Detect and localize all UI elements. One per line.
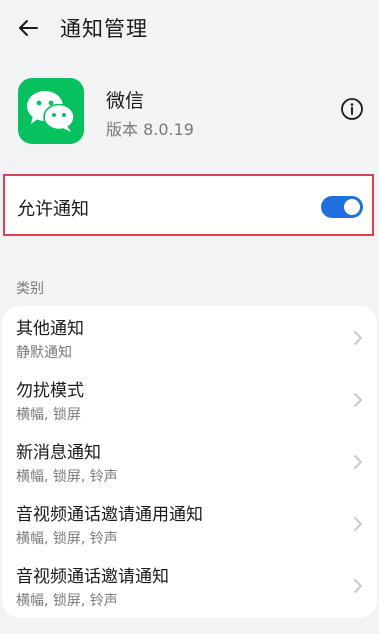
- chevron-right-icon: [354, 331, 362, 345]
- list-item-title: 勿扰模式: [16, 381, 84, 401]
- info-button[interactable]: [339, 96, 365, 122]
- allow-notifications-toggle[interactable]: [321, 196, 363, 218]
- list-item-subtitle: 横幅, 锁屏, 铃声: [16, 469, 118, 485]
- list-item-subtitle: 横幅, 锁屏: [16, 407, 81, 423]
- chevron-right-icon: [354, 517, 362, 531]
- chevron-right-icon: [354, 455, 362, 469]
- list-item-title: 其他通知: [16, 319, 84, 339]
- list-item-subtitle: 静默通知: [16, 345, 72, 361]
- list-item-title: 音视频通话邀请通知: [16, 567, 169, 587]
- list-item-av-call-general[interactable]: 音视频通话邀请通用通知 横幅, 锁屏, 铃声: [2, 492, 377, 554]
- page-title: 通知管理: [60, 17, 148, 41]
- categories-list: 其他通知 静默通知 勿扰模式 横幅, 锁屏 新消息通知 横幅, 锁屏, 铃声 音…: [2, 306, 377, 618]
- list-item-av-call-invite[interactable]: 音视频通话邀请通知 横幅, 锁屏, 铃声: [2, 554, 377, 616]
- wechat-icon: [18, 78, 84, 144]
- toggle-knob: [344, 199, 360, 215]
- allow-notifications-row[interactable]: 允许通知: [3, 174, 374, 236]
- app-name: 微信: [106, 90, 145, 112]
- app-info-row: 微信 版本 8.0.19: [0, 70, 379, 150]
- chevron-right-icon: [354, 579, 362, 593]
- list-item-other-notifications[interactable]: 其他通知 静默通知: [2, 306, 377, 368]
- back-arrow-icon: [19, 20, 38, 36]
- app-version: 版本 8.0.19: [106, 120, 194, 139]
- categories-section-label: 类别: [16, 281, 44, 297]
- list-item-title: 音视频通话邀请通用通知: [16, 505, 203, 525]
- list-item-new-message[interactable]: 新消息通知 横幅, 锁屏, 铃声: [2, 430, 377, 492]
- list-item-title: 新消息通知: [16, 443, 101, 463]
- header-bar: 通知管理: [0, 0, 379, 56]
- allow-notifications-label: 允许通知: [17, 199, 89, 220]
- back-button[interactable]: [12, 12, 44, 44]
- list-item-do-not-disturb[interactable]: 勿扰模式 横幅, 锁屏: [2, 368, 377, 430]
- list-item-subtitle: 横幅, 锁屏, 铃声: [16, 593, 118, 609]
- list-item-subtitle: 横幅, 锁屏, 铃声: [16, 531, 118, 547]
- chevron-right-icon: [354, 393, 362, 407]
- info-icon: [341, 98, 363, 120]
